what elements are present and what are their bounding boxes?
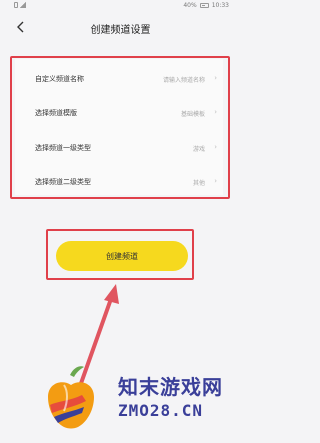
setting-label: 选择频道二级类型 <box>35 178 91 186</box>
status-time: 10:33 <box>211 2 229 9</box>
setting-label: 自定义频道名称 <box>35 75 84 83</box>
watermark: 知末游戏网 ZMO28.CN <box>40 355 241 443</box>
nav-bar: 创建频道设置 <box>0 12 241 42</box>
page-title: 创建频道设置 <box>90 25 151 36</box>
signal-icon <box>20 2 26 8</box>
setting-row-template[interactable]: 选择频道模版 基础模板 › <box>15 96 223 130</box>
setting-row-primary-type[interactable]: 选择频道一级类型 游戏 › <box>15 131 223 165</box>
setting-value: 游戏 <box>192 146 205 153</box>
setting-row-secondary-type[interactable]: 选择频道二级类型 其他 › <box>15 165 223 199</box>
watermark-text-cn: 知末游戏网 <box>118 375 223 399</box>
chevron-right-icon: › <box>214 108 217 116</box>
setting-value: 基础模板 <box>180 111 205 118</box>
setting-label: 选择频道模版 <box>35 109 77 117</box>
chevron-right-icon: › <box>214 143 217 151</box>
watermark-logo-icon <box>48 366 94 429</box>
status-right: 40% 10:33 <box>183 2 229 9</box>
sim-card-icon <box>14 2 18 8</box>
setting-value: 其他 <box>192 180 205 187</box>
watermark-text-en: ZMO28.CN <box>118 401 204 420</box>
chevron-right-icon: › <box>214 74 217 82</box>
status-bar: 40% 10:33 <box>0 0 241 12</box>
setting-row-channel-name[interactable]: 自定义频道名称 请输入频道名称 › <box>15 62 223 96</box>
page: 40% 10:33 创建频道设置 自定义频道名称 请输入频道名称 › 选择频道模… <box>0 0 241 443</box>
chevron-right-icon: › <box>214 177 217 185</box>
status-left <box>14 2 26 8</box>
battery-icon <box>199 3 209 8</box>
battery-percent: 40% <box>183 2 197 9</box>
setting-label: 选择频道一级类型 <box>35 144 91 152</box>
create-channel-button[interactable]: 创建频道 <box>56 241 188 271</box>
channel-name-input[interactable]: 请输入频道名称 <box>163 75 205 84</box>
